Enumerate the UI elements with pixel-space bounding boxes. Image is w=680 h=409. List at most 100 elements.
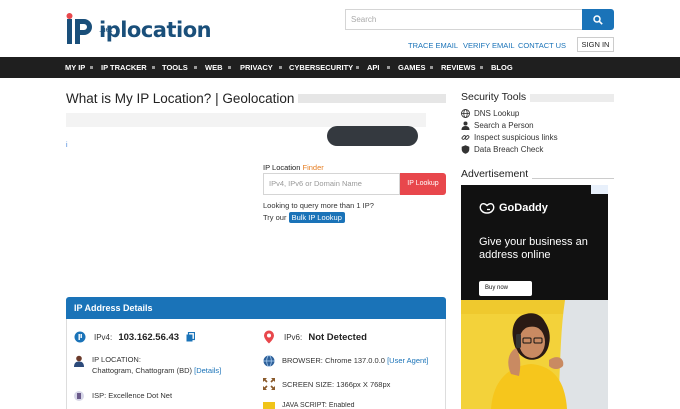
contact-us-link[interactable]: CONTACT US (518, 41, 566, 50)
link-icon (461, 135, 470, 140)
tool-data-breach[interactable]: Data Breach Check (461, 145, 543, 154)
javascript-row: JAVA SCRIPT: Enabled (282, 402, 355, 409)
bulk-try-line: Try our Bulk IP Lookup (263, 212, 345, 223)
nav-item-ip-tracker[interactable]: IP TRACKER (101, 63, 147, 72)
nav-separator (279, 66, 282, 69)
ad-pill-button[interactable] (327, 126, 418, 146)
nav-separator (194, 66, 197, 69)
ipv4-value: 103.162.56.43 (118, 332, 180, 343)
screen-value: 1366px X 768px (336, 380, 391, 389)
bulk-ip-lookup-link[interactable]: Bulk IP Lookup (288, 212, 345, 223)
security-tools-title: Security Tools (461, 91, 531, 103)
location-row: Chattogram, Chattogram (BD) [Details] (92, 366, 221, 375)
user-agent-link[interactable]: [User Agent] (387, 356, 428, 365)
screen-row: SCREEN SIZE: 1366px X 768px (282, 380, 390, 389)
isp-label: ISP: (92, 391, 107, 400)
bulk-try-prefix: Try our (263, 213, 287, 222)
logo-pin-icon (66, 13, 92, 44)
tool-label: Data Breach Check (474, 145, 544, 154)
ipv4-pin-icon (74, 331, 86, 343)
javascript-label: JAVA SCRIPT: (282, 402, 327, 409)
finder-label-text: IP Location (263, 163, 301, 172)
ip-details-header: IP Address Details (66, 297, 446, 319)
copy-icon[interactable] (186, 332, 195, 342)
nav-separator (356, 66, 359, 69)
finder-label-highlight: Finder (302, 163, 324, 172)
ip-lookup-button[interactable]: IP Lookup (400, 173, 446, 195)
ipv6-pin-icon (264, 330, 274, 344)
javascript-icon (263, 402, 275, 409)
logo-text: iplocation (99, 17, 212, 42)
search-icon (593, 14, 603, 25)
search-button[interactable] (582, 9, 614, 30)
nav-item-reviews[interactable]: REVIEWS (441, 63, 476, 72)
ad-info-icon[interactable]: i (66, 142, 68, 149)
advertisement-title: Advertisement (461, 168, 533, 180)
tool-inspect-links[interactable]: Inspect suspicious links (461, 133, 558, 142)
location-value: Chattogram, Chattogram (BD) (92, 366, 193, 375)
tools-title-underline (530, 94, 614, 102)
isp-value: Excellence Dot Net (108, 391, 173, 400)
nav-item-my-ip[interactable]: MY IP (65, 63, 85, 72)
nav-separator (430, 66, 433, 69)
trace-email-link[interactable]: TRACE EMAIL (408, 41, 458, 50)
search-input[interactable]: Search (345, 9, 583, 30)
ipv6-value: Not Detected (308, 332, 367, 343)
sign-in-button[interactable]: SIGN IN (577, 37, 614, 52)
nav-separator (480, 66, 483, 69)
godaddy-brand: GoDaddy (499, 202, 548, 214)
ip-lookup-input[interactable]: IPv4, IPv6 or Domain Name (263, 173, 400, 195)
javascript-value: Enabled (328, 402, 355, 409)
logo-suffix: .net (99, 25, 113, 34)
page: iplocation .net Search TRACE EMAIL VERIF… (0, 0, 680, 409)
godaddy-logo: GoDaddy (479, 202, 548, 214)
tool-label: Inspect suspicious links (474, 133, 558, 142)
ipv6-row: IPv6: Not Detected (284, 332, 367, 343)
screen-size-icon (263, 378, 275, 390)
isp-row: ISP: Excellence Dot Net (92, 391, 172, 400)
ipv4-row: IPv4: 103.162.56.43 (94, 332, 179, 343)
nav-separator (152, 66, 155, 69)
browser-label: BROWSER: (282, 356, 323, 365)
person-location-icon (74, 355, 84, 367)
person-icon (461, 121, 470, 130)
ad-photo-woman-phone (461, 300, 608, 409)
tool-label: DNS Lookup (474, 109, 520, 118)
ipv4-label: IPv4: (94, 333, 113, 342)
ad-headline: Give your business an address online (479, 236, 588, 261)
page-title: What is My IP Location? | Geolocation (66, 91, 299, 106)
site-logo[interactable]: iplocation (66, 12, 212, 48)
nav-item-privacy[interactable]: PRIVACY (240, 63, 273, 72)
ipv6-label: IPv6: (284, 333, 303, 342)
ad-banner-strip (66, 113, 426, 127)
bulk-prompt: Looking to query more than 1 IP? (263, 201, 374, 210)
browser-row: BROWSER: Chrome 137.0.0.0 [User Agent] (282, 356, 428, 365)
finder-label: IP Location Finder (263, 163, 324, 172)
shield-icon (461, 145, 470, 154)
nav-item-web[interactable]: WEB (205, 63, 223, 72)
nav-item-api[interactable]: API (367, 63, 380, 72)
nav-separator (90, 66, 93, 69)
ad-choices-icon[interactable] (591, 185, 608, 194)
godaddy-logo-icon (479, 202, 495, 214)
browser-globe-icon (263, 355, 275, 367)
nav-item-blog[interactable]: BLOG (491, 63, 513, 72)
title-underline (286, 94, 446, 103)
nav-separator (228, 66, 231, 69)
verify-email-link[interactable]: VERIFY EMAIL (463, 41, 515, 50)
main-nav: MY IP IP TRACKER TOOLS WEB PRIVACY CYBER… (0, 57, 680, 78)
nav-item-tools[interactable]: TOOLS (162, 63, 188, 72)
nav-item-games[interactable]: GAMES (398, 63, 426, 72)
tool-label: Search a Person (474, 121, 534, 130)
globe-icon (461, 109, 470, 118)
location-label: IP LOCATION: (92, 355, 141, 364)
tool-dns-lookup[interactable]: DNS Lookup (461, 109, 519, 118)
location-details-link[interactable]: [Details] (194, 366, 221, 375)
browser-value: Chrome 137.0.0.0 (324, 356, 385, 365)
nav-separator (387, 66, 390, 69)
nav-item-cybersecurity[interactable]: CYBERSECURITY (289, 63, 353, 72)
tool-search-person[interactable]: Search a Person (461, 121, 534, 130)
isp-icon (74, 391, 84, 401)
screen-label: SCREEN SIZE: (282, 380, 335, 389)
ad-buy-now-button[interactable]: Buy now (479, 281, 532, 296)
